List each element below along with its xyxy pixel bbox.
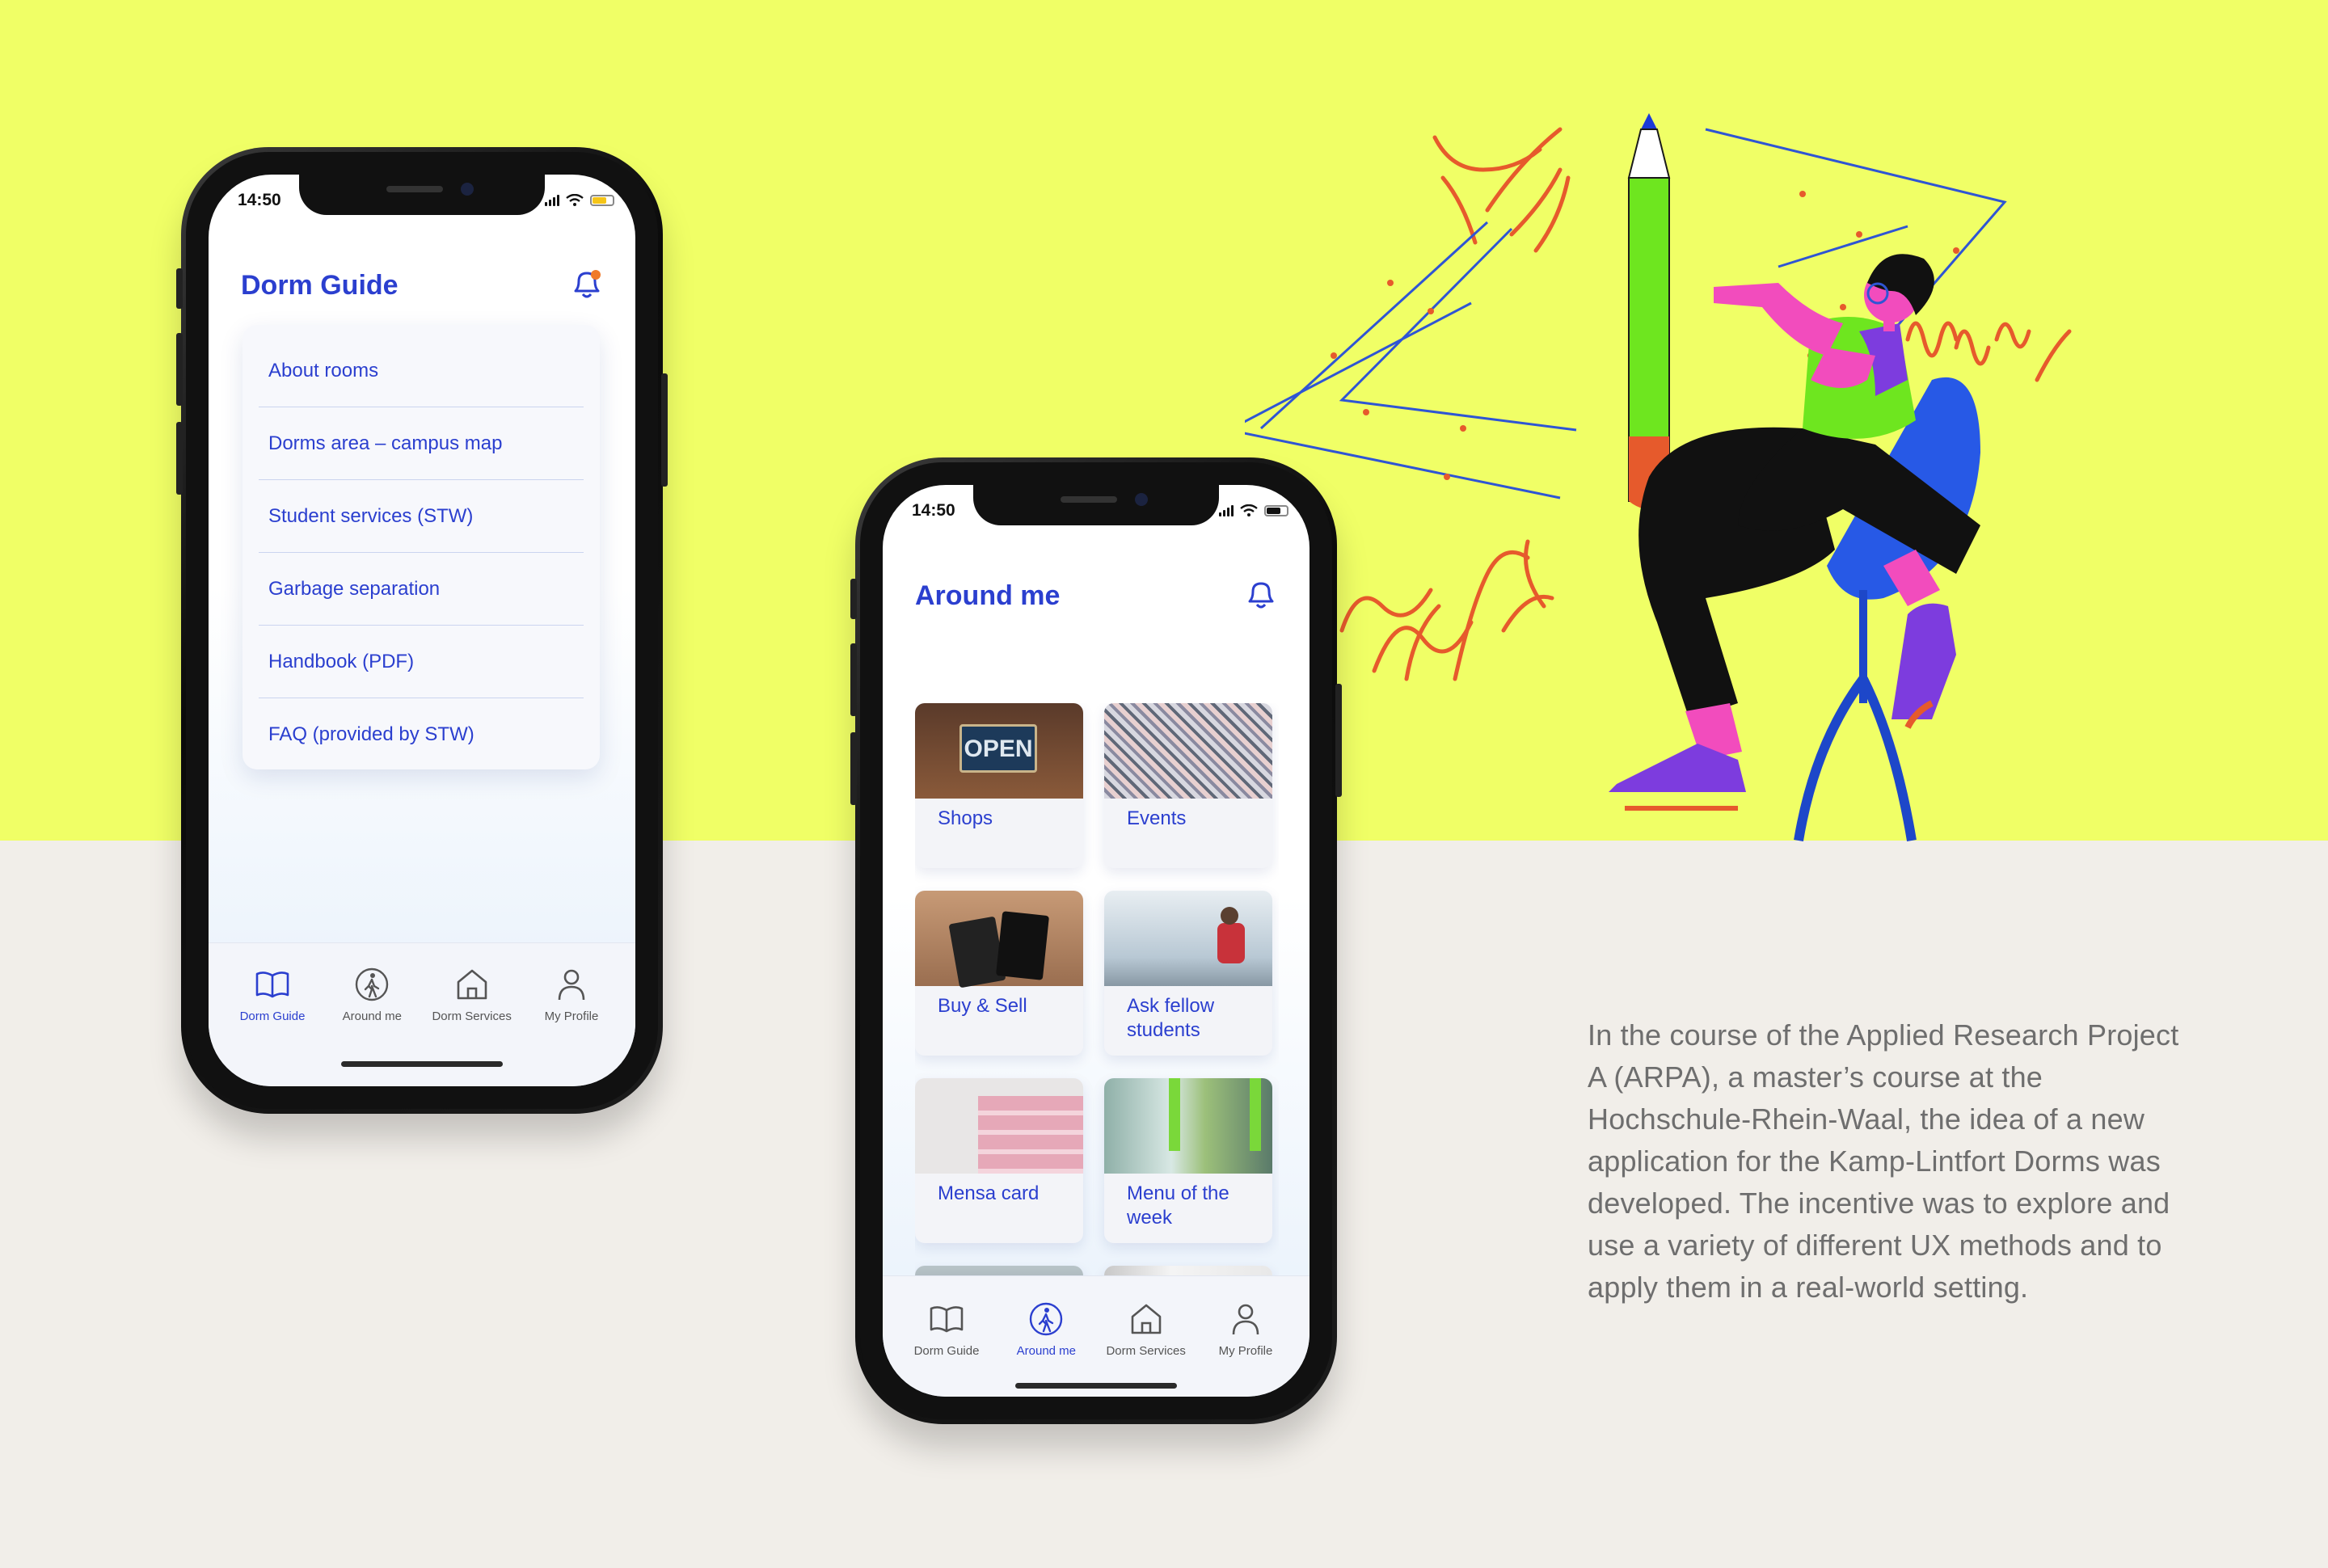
tab-label: My Profile [544,1010,599,1023]
tab-dorm-services[interactable]: Dorm Services [424,966,520,1023]
buy-sell-cards-image [915,891,1083,988]
bell-icon[interactable] [569,265,605,302]
menu-item-garbage-separation[interactable]: Garbage separation [259,553,584,626]
house-icon [1131,1304,1161,1334]
tab-bar: Dorm Guide Around me Dorm Services My Pr… [209,942,635,1086]
tile-menu-of-the-week[interactable]: Menu of the week [1104,1078,1272,1243]
page-title: Dorm Guide [241,270,399,301]
tile-buy-sell[interactable]: Buy & Sell [915,891,1083,1056]
tab-dorm-services[interactable]: Dorm Services [1099,1300,1194,1358]
menu-item-student-services[interactable]: Student services (STW) [259,480,584,553]
tile-ask-fellow-students[interactable]: Ask fellow students [1104,891,1272,1056]
tab-around-me[interactable]: Around me [324,966,420,1023]
volume-up-button [176,333,183,406]
tab-dorm-guide[interactable]: Dorm Guide [899,1300,994,1358]
status-time: 14:50 [238,191,281,209]
tile-label: Events [1127,807,1187,829]
menu-item-campus-map[interactable]: Dorms area – campus map [259,407,584,480]
volume-down-button [850,732,857,805]
tile-label: Buy & Sell [938,995,1027,1017]
person-drawing-illustration [1245,113,2072,841]
tile-label: Mensa card [938,1182,1040,1204]
walking-person-icon [1030,1302,1063,1336]
tab-bar: Dorm Guide Around me Dorm Services My Pr… [883,1275,1310,1397]
wifi-icon [1240,504,1258,516]
mute-switch [176,268,183,309]
menu-item-faq[interactable]: FAQ (provided by STW) [259,698,584,771]
book-icon [255,972,289,998]
tile-label: Shops [938,807,993,829]
phone-around-me: 14:50 Around me OPEN Shops Events Buy & … [850,457,1342,1424]
status-icons [545,192,614,209]
walking-person-icon [356,967,389,1001]
tab-label: Around me [342,1010,403,1023]
notch [973,485,1219,525]
tile-events[interactable]: Events [1104,703,1272,868]
volume-up-button [850,643,857,716]
home-indicator[interactable] [1015,1383,1177,1389]
pink-card-image [915,1078,1083,1174]
person-icon [558,969,585,1001]
home-indicator[interactable] [341,1061,503,1067]
around-me-grid: OPEN Shops Events Buy & Sell Ask fellow … [915,703,1279,1326]
tab-label: Dorm Guide [913,1344,980,1358]
tab-label: My Profile [1218,1344,1273,1358]
signal-icon [545,195,559,206]
notification-dot [591,270,601,280]
tab-dorm-guide[interactable]: Dorm Guide [225,966,320,1023]
signal-icon [1219,505,1234,516]
tile-label: Ask fellow students [1127,995,1215,1041]
tab-label: Dorm Guide [239,1010,306,1023]
tab-around-me[interactable]: Around me [998,1300,1094,1358]
screen: 14:50 Around me OPEN Shops Events Buy & … [883,485,1310,1397]
tab-my-profile[interactable]: My Profile [1198,1300,1293,1358]
tab-label: Dorm Services [432,1010,512,1023]
wifi-icon [566,194,584,206]
tile-shops[interactable]: OPEN Shops [915,703,1083,868]
cafeteria-image [1104,1078,1272,1174]
page-title: Around me [915,580,1061,611]
person-icon [1232,1304,1259,1335]
tile-label: Menu of the week [1127,1182,1229,1229]
tile-mensa-card[interactable]: Mensa card [915,1078,1083,1243]
power-button [1335,684,1342,797]
student-backpack-image [1104,891,1272,986]
menu-item-handbook[interactable]: Handbook (PDF) [259,626,584,698]
house-icon [457,969,487,1000]
book-icon [930,1306,964,1333]
confetti-crowd-image [1104,703,1272,799]
tab-my-profile[interactable]: My Profile [524,966,619,1023]
status-time: 14:50 [912,501,955,520]
phone-dorm-guide: 14:50 Dorm Guide About rooms Dorms area … [176,147,668,1114]
status-icons [1219,503,1288,519]
open-shop-sign-image: OPEN [915,703,1083,799]
tab-label: Dorm Services [1106,1344,1186,1358]
battery-icon [1264,505,1288,516]
power-button [661,373,668,487]
tab-label: Around me [1016,1344,1077,1358]
notch [299,175,545,215]
dorm-guide-menu: About rooms Dorms area – campus map Stud… [242,325,600,769]
mute-switch [850,579,857,619]
screen: 14:50 Dorm Guide About rooms Dorms area … [209,175,635,1086]
bell-icon[interactable] [1243,575,1279,613]
project-description: In the course of the Applied Research Pr… [1588,1018,2179,1304]
battery-icon [590,195,614,206]
volume-down-button [176,422,183,495]
menu-item-about-rooms[interactable]: About rooms [259,335,584,407]
